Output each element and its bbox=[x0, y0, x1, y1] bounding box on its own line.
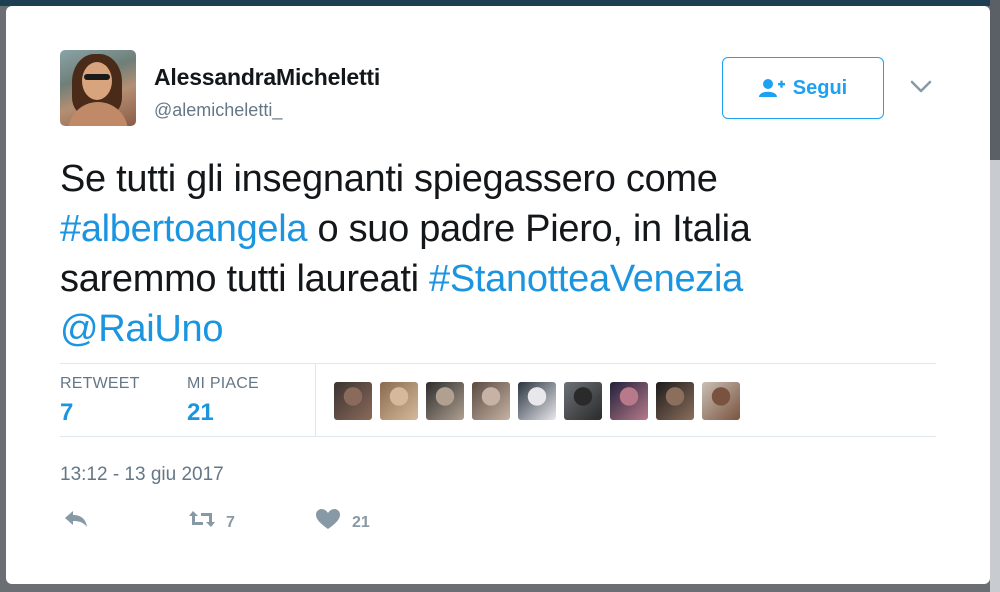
hashtag-link[interactable]: #StanotteaVenezia bbox=[429, 258, 743, 300]
divider bbox=[60, 436, 936, 437]
reply-button[interactable] bbox=[62, 506, 90, 530]
follow-button[interactable]: Segui bbox=[722, 57, 884, 119]
liker-avatar[interactable] bbox=[518, 382, 556, 420]
liker-avatar[interactable] bbox=[334, 382, 372, 420]
reply-icon bbox=[65, 511, 87, 527]
chevron-down-icon[interactable] bbox=[910, 80, 932, 94]
liker-avatar[interactable] bbox=[656, 382, 694, 420]
user-handle[interactable]: @alemicheletti_ bbox=[154, 100, 282, 121]
add-user-icon bbox=[758, 79, 785, 97]
display-name[interactable]: AlessandraMicheletti bbox=[154, 64, 380, 91]
browser-background-right-dark bbox=[990, 0, 1000, 160]
retweet-stat-label: RETWEET bbox=[60, 375, 140, 392]
retweet-stat-count: 7 bbox=[60, 399, 74, 426]
divider bbox=[60, 363, 936, 364]
tweet-card: AlessandraMicheletti @alemicheletti_ Seg… bbox=[6, 6, 990, 584]
mention-link[interactable]: @RaiUno bbox=[60, 308, 224, 350]
liker-avatars bbox=[334, 382, 740, 420]
timestamp[interactable]: 13:12 - 13 giu 2017 bbox=[60, 464, 224, 486]
stats-separator bbox=[315, 364, 316, 436]
like-count: 21 bbox=[352, 514, 370, 531]
like-button[interactable]: 21 bbox=[314, 506, 370, 532]
tweet-text-segment: Se tutti gli insegnanti spiegassero come bbox=[60, 158, 718, 200]
liker-avatar[interactable] bbox=[564, 382, 602, 420]
follow-label: Segui bbox=[792, 76, 848, 99]
like-stat[interactable]: MI PIACE 21 bbox=[187, 375, 259, 427]
liker-avatar[interactable] bbox=[702, 382, 740, 420]
retweet-icon bbox=[189, 511, 215, 527]
liker-avatar[interactable] bbox=[380, 382, 418, 420]
liker-avatar[interactable] bbox=[610, 382, 648, 420]
hashtag-link[interactable]: #albertoangela bbox=[60, 208, 308, 250]
avatar[interactable] bbox=[60, 50, 136, 126]
retweet-count: 7 bbox=[226, 514, 235, 531]
liker-avatar[interactable] bbox=[472, 382, 510, 420]
like-stat-label: MI PIACE bbox=[187, 375, 259, 392]
heart-icon bbox=[316, 509, 340, 529]
liker-avatar[interactable] bbox=[426, 382, 464, 420]
tweet-text: Se tutti gli insegnanti spiegassero come… bbox=[60, 154, 900, 354]
retweet-stat[interactable]: RETWEET 7 bbox=[60, 375, 140, 427]
like-stat-count: 21 bbox=[187, 399, 214, 426]
retweet-button[interactable]: 7 bbox=[188, 506, 235, 532]
